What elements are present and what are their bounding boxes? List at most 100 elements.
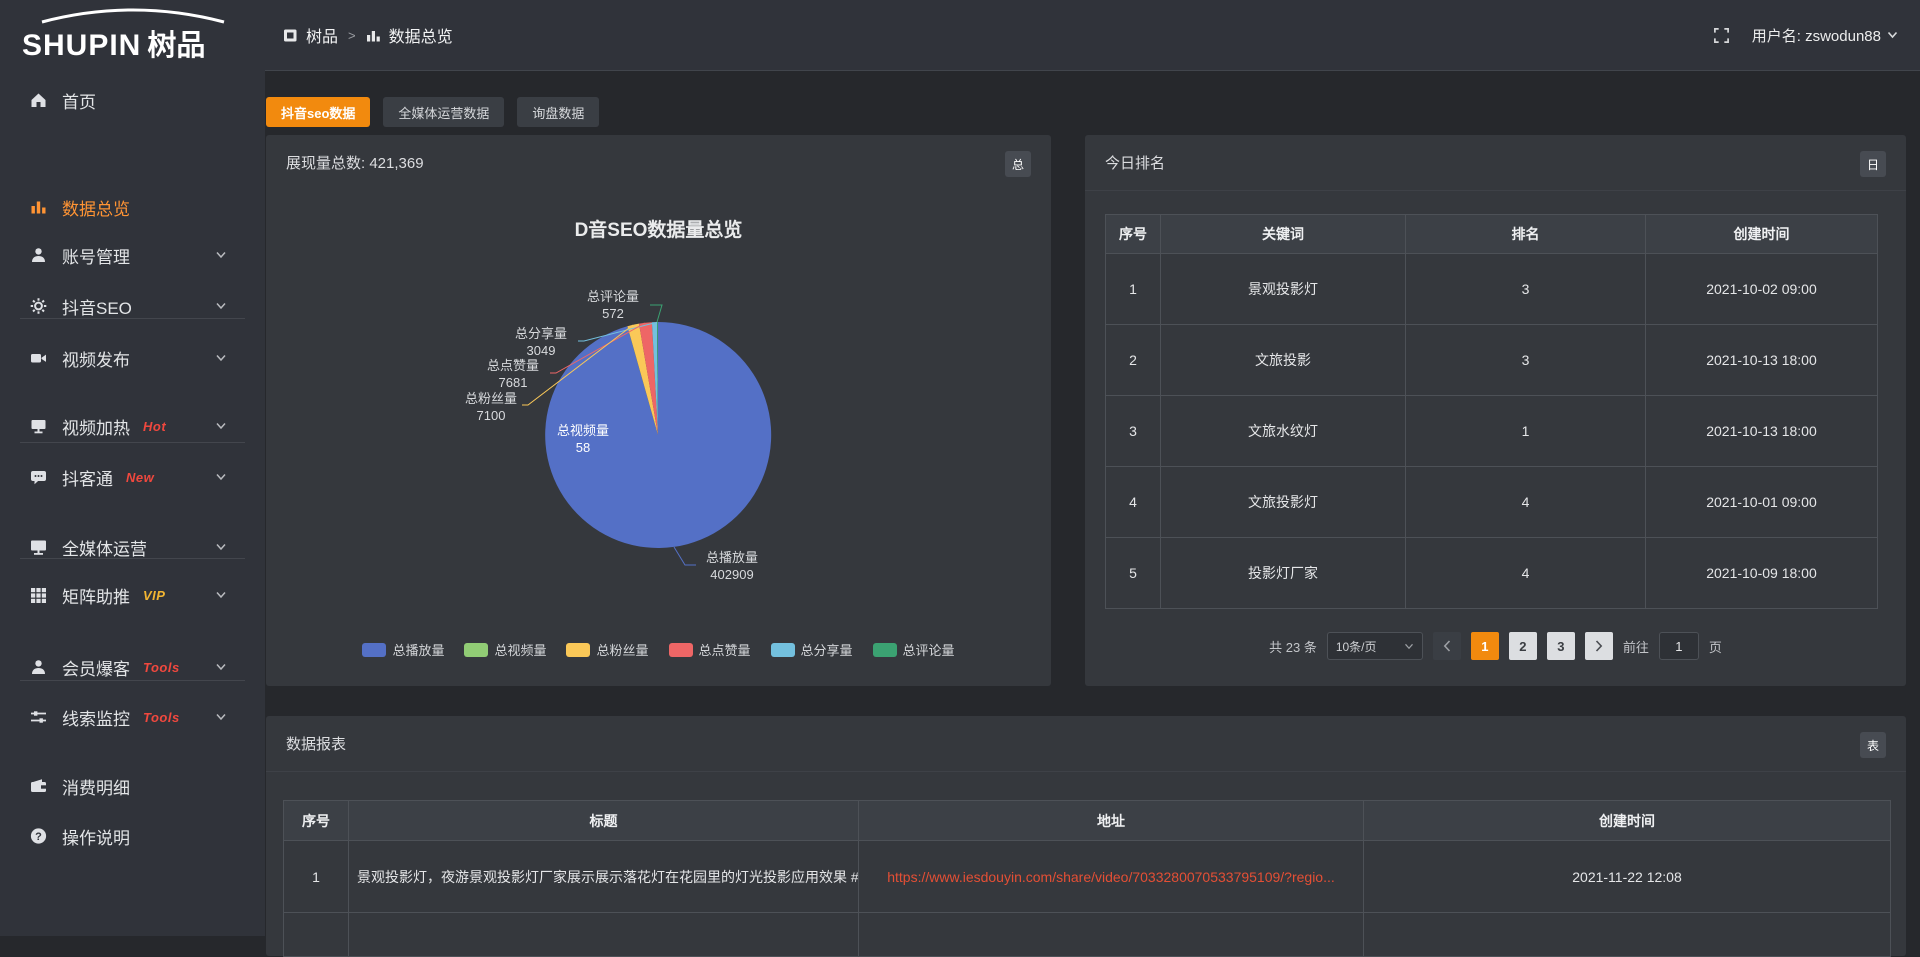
sliders-icon: [28, 708, 48, 726]
cell-keyword: 景观投影灯: [1161, 254, 1406, 325]
sidebar-item-label: 操作说明: [62, 824, 130, 849]
page-button-1[interactable]: 1: [1471, 632, 1499, 660]
cell-rank: 4: [1406, 538, 1646, 609]
question-circle-icon: ?: [28, 827, 48, 845]
bar-chart-icon: [366, 28, 381, 43]
logo-text-cn: 树品: [147, 22, 205, 64]
sidebar-item-lead-monitor[interactable]: 线索监控 Tools: [0, 699, 265, 735]
tab-douyin-seo[interactable]: 抖音seo数据: [266, 97, 370, 127]
cell-no: 1: [284, 841, 349, 913]
divider: [20, 558, 245, 559]
breadcrumb-root[interactable]: 树品: [306, 23, 338, 47]
fullscreen-button[interactable]: [1713, 27, 1730, 44]
user-icon: [28, 246, 48, 264]
sidebar-item-label: 线索监控: [62, 705, 130, 730]
daily-toggle-button[interactable]: 日: [1860, 151, 1886, 177]
rank-table: 序号 关键词 排名 创建时间 1 景观投影灯 3 2021-10-02 09:0…: [1105, 214, 1878, 609]
chevron-down-icon: [1887, 31, 1898, 39]
grid-icon: [28, 586, 48, 604]
sidebar-item-video-publish[interactable]: 视频发布: [0, 340, 265, 376]
goto-page-input[interactable]: [1659, 632, 1699, 660]
chevron-left-icon: [1443, 640, 1451, 652]
sidebar: 首页 数据总览 账号管理 抖音SEO 视频发布 视频加热 Hot 抖客通 New…: [0, 70, 265, 936]
col-created: 创建时间: [1364, 801, 1891, 841]
chevron-down-icon: [1404, 643, 1414, 650]
app-square-icon: [283, 28, 298, 43]
page-button-3[interactable]: 3: [1547, 632, 1575, 660]
cell-rank: 4: [1406, 467, 1646, 538]
cell-rank: 3: [1406, 325, 1646, 396]
table-header-row: 序号 标题 地址 创建时间: [284, 801, 1891, 841]
col-keyword: 关键词: [1161, 215, 1406, 254]
col-no: 序号: [284, 801, 349, 841]
cell-created: 2021-10-01 09:00: [1646, 467, 1878, 538]
legend-item-play[interactable]: 总播放量: [362, 640, 444, 659]
cell-created: 2021-11-22 12:08: [1364, 841, 1891, 913]
col-rank: 排名: [1406, 215, 1646, 254]
legend-item-shares[interactable]: 总分享量: [771, 640, 853, 659]
sidebar-item-consumption[interactable]: 消费明细: [0, 768, 265, 804]
sidebar-item-help[interactable]: ? 操作说明: [0, 818, 265, 854]
table-row: 5 投影灯厂家 4 2021-10-09 18:00: [1106, 538, 1878, 609]
wallet-icon: [28, 777, 48, 795]
cell-keyword: 文旅投影: [1161, 325, 1406, 396]
legend-item-comments[interactable]: 总评论量: [873, 640, 955, 659]
chart-legend: 总播放量 总视频量 总粉丝量 总点赞量 总分享量 总评论量: [266, 640, 1051, 659]
report-panel-title: 数据报表: [286, 716, 346, 774]
tools-badge: Tools: [143, 660, 180, 675]
sidebar-item-media-operation[interactable]: 全媒体运营: [0, 529, 265, 565]
pagination: 共 23 条 10条/页 1 2 3 前往 页: [1085, 632, 1906, 660]
col-created: 创建时间: [1646, 215, 1878, 254]
report-panel: 数据报表 表 序号 标题 地址 创建时间 1 景观投影灯，夜游景观投影灯厂家展示…: [266, 716, 1906, 956]
cell-keyword: 文旅投影灯: [1161, 467, 1406, 538]
legend-item-videos[interactable]: 总视频量: [464, 640, 546, 659]
sidebar-item-label: 消费明细: [62, 774, 130, 799]
cell-created: 2021-10-13 18:00: [1646, 325, 1878, 396]
hot-badge: Hot: [143, 419, 166, 434]
page-button-2[interactable]: 2: [1509, 632, 1537, 660]
cell-keyword: 文旅水纹灯: [1161, 396, 1406, 467]
chevron-down-icon: [215, 251, 227, 259]
tab-media-operation[interactable]: 全媒体运营数据: [383, 97, 504, 127]
sidebar-item-data-overview[interactable]: 数据总览: [0, 189, 265, 225]
page-size-select[interactable]: 10条/页: [1327, 632, 1423, 660]
chat-bubble-icon: [28, 468, 48, 486]
logo: SHUPIN 树品: [22, 10, 247, 60]
table-header-row: 序号 关键词 排名 创建时间: [1106, 215, 1878, 254]
goto-label: 前往: [1623, 637, 1649, 656]
vip-badge: VIP: [143, 588, 165, 603]
legend-swatch: [566, 643, 590, 657]
legend-item-likes[interactable]: 总点赞量: [669, 640, 751, 659]
rank-panel: 今日排名 日 序号 关键词 排名 创建时间 1 景观投影灯 3 2021-10-…: [1085, 135, 1906, 686]
chevron-down-icon: [215, 422, 227, 430]
overview-panel: 展现量总数: 421,369 总 D音SEO数据量总览 总评论量572 总分享量…: [266, 135, 1051, 686]
topbar: SHUPIN 树品 树品 > 数据总览 用户名: zswodun88: [0, 0, 1920, 70]
legend-swatch: [464, 643, 488, 657]
sidebar-item-video-heat[interactable]: 视频加热 Hot: [0, 408, 265, 444]
cell-created: [1364, 913, 1891, 957]
tab-inquiry[interactable]: 询盘数据: [517, 97, 599, 127]
data-source-tabs: 抖音seo数据 全媒体运营数据 询盘数据: [266, 97, 599, 127]
table-row: 4 文旅投影灯 4 2021-10-01 09:00: [1106, 467, 1878, 538]
col-url: 地址: [859, 801, 1364, 841]
divider: [20, 442, 245, 443]
rank-panel-title: 今日排名: [1105, 135, 1165, 193]
sidebar-item-home[interactable]: 首页: [0, 82, 265, 118]
chevron-down-icon: [215, 663, 227, 671]
breadcrumb-current: 数据总览: [389, 23, 453, 47]
pie-chart: [266, 135, 1051, 686]
cell-no: 1: [1106, 254, 1161, 325]
table-toggle-button[interactable]: 表: [1860, 732, 1886, 758]
sidebar-item-doukertong[interactable]: 抖客通 New: [0, 459, 265, 495]
video-link[interactable]: https://www.iesdouyin.com/share/video/70…: [887, 869, 1335, 885]
monitor-icon: [28, 538, 48, 556]
sidebar-item-matrix-boost[interactable]: 矩阵助推 VIP: [0, 577, 265, 613]
chevron-down-icon: [215, 302, 227, 310]
pie-label-comments: 总评论量572: [578, 288, 648, 322]
user-menu[interactable]: 用户名: zswodun88: [1752, 25, 1898, 46]
sidebar-item-account[interactable]: 账号管理: [0, 237, 265, 273]
cell-title: 景观投影灯，夜游景观投影灯厂家展示展示落花灯在花园里的灯光投影应用效果 #: [349, 841, 859, 913]
legend-item-fans[interactable]: 总粉丝量: [566, 640, 648, 659]
next-page-button[interactable]: [1585, 632, 1613, 660]
prev-page-button[interactable]: [1433, 632, 1461, 660]
